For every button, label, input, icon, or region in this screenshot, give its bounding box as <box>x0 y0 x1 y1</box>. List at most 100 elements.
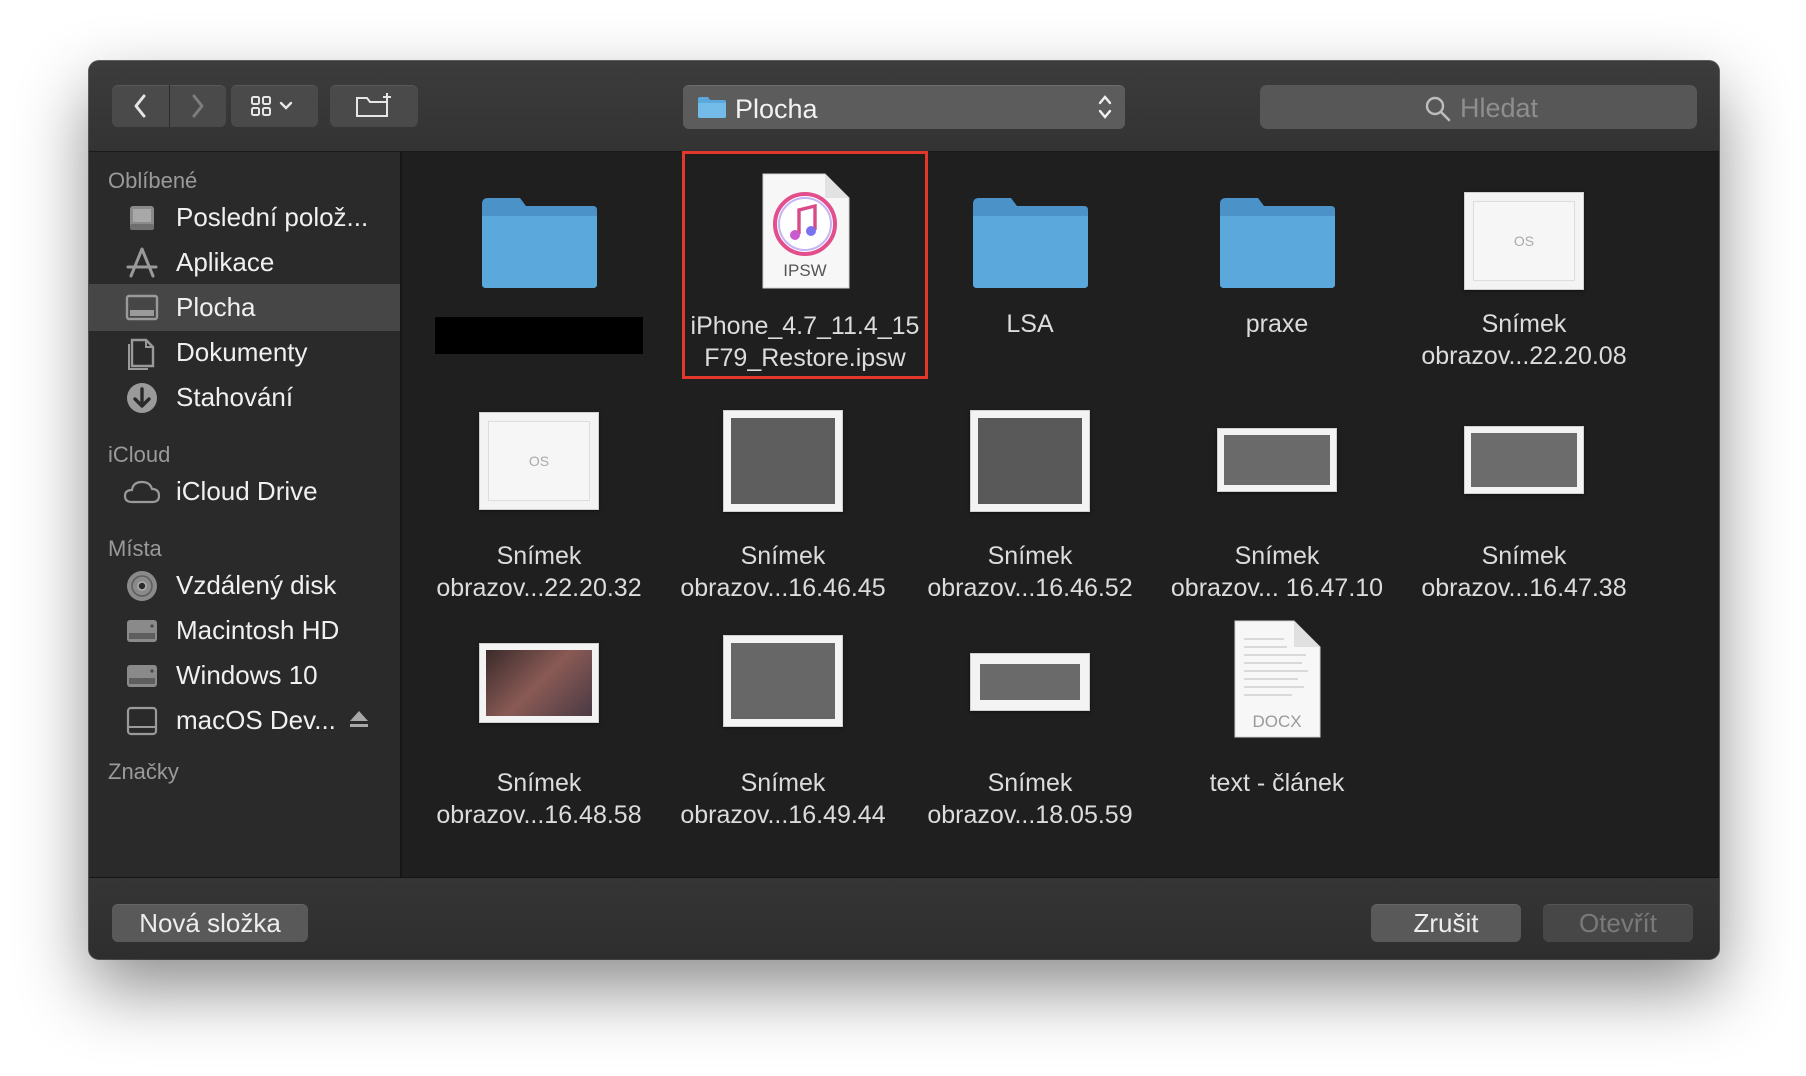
sidebar-item-label: macOS Dev... <box>176 705 336 735</box>
chevron-left-icon <box>134 94 146 118</box>
desktop-icon <box>122 288 162 328</box>
file-item-screenshot[interactable]: Snímek obrazov...16.49.44 <box>673 619 893 831</box>
chevron-right-icon <box>192 94 204 118</box>
sidebar-header-favorites: Oblíbené <box>108 168 198 193</box>
search-icon <box>1425 96 1451 122</box>
sidebar-item-remote-disc[interactable]: Vzdálený disk <box>89 562 400 609</box>
folder-icon <box>481 198 597 288</box>
folder-icon <box>1219 198 1335 288</box>
sidebar-item-label: Dokumenty <box>176 337 308 367</box>
file-name: Snímek obrazov...22.20.32 <box>436 542 642 602</box>
file-item-folder-praxe[interactable]: praxe <box>1167 160 1387 340</box>
sidebar-header-places: Místa <box>108 536 162 561</box>
search-placeholder: Hledat <box>1460 93 1539 123</box>
remote-disc-icon <box>122 566 162 606</box>
sidebar-item-label: Windows 10 <box>176 660 318 690</box>
forward-button[interactable] <box>168 85 227 127</box>
toolbar: Plocha Hledat <box>89 61 1719 152</box>
sidebar-item-macos-dev[interactable]: macOS Dev... <box>89 697 400 744</box>
hard-drive-icon <box>122 611 162 651</box>
sidebar-item-recents[interactable]: Poslední polož... <box>89 194 400 241</box>
file-name: Snímek obrazov...16.48.58 <box>436 769 642 829</box>
file-name: Snímek obrazov...16.47.38 <box>1421 542 1627 602</box>
sidebar-item-label: Poslední polož... <box>176 202 369 232</box>
location-label: Plocha <box>735 94 818 124</box>
file-grid: IPSW iPhone_4.7_11.4_15 F79_Restore.ipsw… <box>402 151 1719 877</box>
file-item-screenshot[interactable]: Snímek obrazov...16.46.45 <box>673 392 893 604</box>
screenshot-thumbnail <box>723 410 843 512</box>
up-down-chevron-icon <box>1098 95 1112 119</box>
file-item-ipsw[interactable]: IPSW iPhone_4.7_11.4_15 F79_Restore.ipsw <box>682 151 928 379</box>
screenshot-thumbnail <box>1217 428 1337 492</box>
file-name: Snímek obrazov...16.46.45 <box>680 542 886 602</box>
file-name: Snímek obrazov...16.49.44 <box>680 769 886 829</box>
file-name: Snímek obrazov...22.20.08 <box>1421 310 1627 370</box>
docx-file-icon: DOCX <box>1234 620 1321 738</box>
screenshot-thumbnail: OS <box>479 412 599 510</box>
open-button[interactable]: Otevřít <box>1543 904 1693 942</box>
file-name: Snímek obrazov... 16.47.10 <box>1170 542 1384 602</box>
file-item-folder-lsa[interactable]: LSA <box>920 160 1140 340</box>
navigation-buttons <box>112 85 226 127</box>
file-item-screenshot[interactable]: Snímek obrazov...16.47.38 <box>1414 392 1634 604</box>
cancel-button[interactable]: Zrušit <box>1371 904 1521 942</box>
new-folder-button[interactable]: Nová složka <box>112 904 308 942</box>
sidebar-item-icloud-drive[interactable]: iCloud Drive <box>89 468 400 515</box>
sidebar-item-desktop[interactable]: Plocha <box>89 284 400 331</box>
file-item-redacted-folder[interactable] <box>429 160 649 354</box>
file-item-screenshot[interactable]: OS Snímek obrazov...22.20.08 <box>1414 160 1634 372</box>
search-field[interactable]: Hledat <box>1260 85 1697 129</box>
file-badge: IPSW <box>783 261 826 280</box>
file-name: text - článek <box>1209 769 1345 797</box>
sidebar-item-label: iCloud Drive <box>176 476 318 506</box>
screenshot-thumbnail <box>970 653 1090 711</box>
screenshot-thumbnail: OS <box>1464 192 1584 290</box>
documents-icon <box>122 333 162 373</box>
sidebar-item-label: Macintosh HD <box>176 615 340 645</box>
back-button[interactable] <box>112 85 169 127</box>
file-badge: DOCX <box>1252 712 1301 731</box>
file-name: LSA <box>1006 310 1054 338</box>
location-popup[interactable]: Plocha <box>683 85 1125 129</box>
sidebar-item-label: Plocha <box>176 292 256 322</box>
file-item-screenshot[interactable]: Snímek obrazov...18.05.59 <box>920 619 1140 831</box>
new-folder-toolbar-button[interactable] <box>330 85 418 127</box>
icon-grid-view-icon <box>250 96 292 116</box>
sidebar-item-windows-10[interactable]: Windows 10 <box>89 652 400 699</box>
screenshot-thumbnail <box>970 410 1090 512</box>
new-folder-icon <box>356 93 391 117</box>
file-item-docx[interactable]: DOCX text - článek <box>1167 619 1387 799</box>
open-file-dialog: Plocha Hledat Oblíbené Poslední polož... <box>89 61 1719 959</box>
sidebar-item-macintosh-hd[interactable]: Macintosh HD <box>89 607 400 654</box>
sidebar-header-tags: Značky <box>108 759 179 784</box>
sidebar-header-icloud: iCloud <box>108 442 171 467</box>
applications-icon <box>122 243 162 283</box>
sidebar-item-applications[interactable]: Aplikace <box>89 239 400 286</box>
file-item-screenshot[interactable]: Snímek obrazov...16.46.52 <box>920 392 1140 604</box>
screenshot-thumbnail <box>1464 426 1584 494</box>
recents-icon <box>122 198 162 238</box>
sidebar-item-documents[interactable]: Dokumenty <box>89 329 400 376</box>
external-drive-icon <box>122 701 162 741</box>
sidebar-item-label: Stahování <box>176 382 294 412</box>
file-item-screenshot[interactable]: Snímek obrazov... 16.47.10 <box>1167 392 1387 604</box>
sidebar-item-label: Aplikace <box>176 247 275 277</box>
sidebar-item-downloads[interactable]: Stahování <box>89 374 400 421</box>
file-item-screenshot[interactable]: Snímek obrazov...16.48.58 <box>429 619 649 831</box>
hard-drive-icon <box>122 656 162 696</box>
file-name: Snímek obrazov...16.46.52 <box>927 542 1133 602</box>
itunes-file-icon: IPSW <box>762 173 850 289</box>
eject-icon[interactable] <box>348 709 370 736</box>
file-name: iPhone_4.7_11.4_15 F79_Restore.ipsw <box>690 312 920 372</box>
cloud-icon <box>122 472 162 512</box>
file-item-screenshot[interactable]: OS Snímek obrazov...22.20.32 <box>429 392 649 604</box>
redacted-filename <box>435 317 643 354</box>
file-name: praxe <box>1245 310 1309 338</box>
file-name: Snímek obrazov...18.05.59 <box>927 769 1133 829</box>
screenshot-thumbnail <box>479 643 599 723</box>
bottom-bar: Nová složka Zrušit Otevřít <box>89 877 1719 959</box>
sidebar: Oblíbené Poslední polož... Aplikace Ploc… <box>89 152 402 877</box>
folder-icon <box>972 198 1088 288</box>
view-options-button[interactable] <box>231 85 318 127</box>
screenshot-thumbnail <box>723 635 843 727</box>
